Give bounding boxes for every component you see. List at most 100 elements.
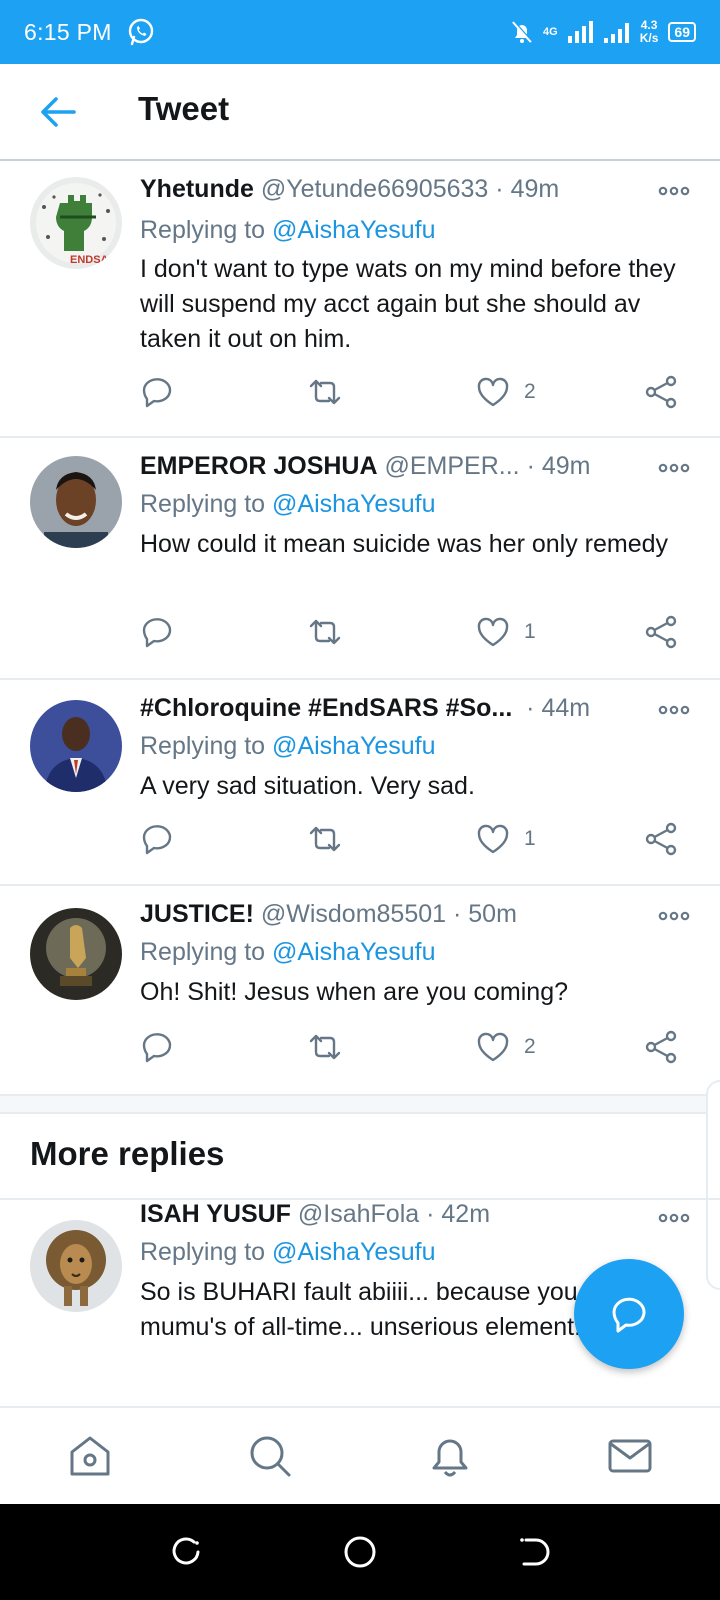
replying-to: Replying to @AishaYesufu (140, 216, 436, 244)
mention-link[interactable]: @AishaYesufu (272, 490, 435, 518)
reply-tweet[interactable]: JUSTICE! @Wisdom85501 · 50m Replying to … (0, 886, 720, 1094)
retweet-icon (309, 619, 341, 645)
user-handle[interactable]: @Yetunde66905633 (261, 175, 488, 203)
more-options-icon[interactable] (658, 185, 690, 197)
tweet-time: 44m (541, 694, 591, 722)
avatar[interactable]: ENDSARS (30, 177, 122, 269)
user-handle[interactable]: @EMPER... (385, 452, 520, 480)
more-options-icon[interactable] (658, 1212, 690, 1224)
endsars-fist-avatar: ENDSARS (30, 177, 122, 269)
retweet-button[interactable] (308, 1029, 342, 1065)
recent-apps-icon (172, 1537, 200, 1565)
man-in-suit-avatar (30, 700, 122, 792)
replying-to: Replying to @AishaYesufu (140, 938, 436, 966)
tweet-time: 50m (468, 900, 517, 928)
reply-icon (142, 378, 172, 408)
share-button[interactable] (644, 374, 678, 410)
user-handle[interactable]: @IsahFola (298, 1200, 419, 1228)
reply-button[interactable] (140, 1029, 174, 1065)
mention-link[interactable]: @AishaYesufu (272, 1238, 435, 1266)
system-navigation-bar (0, 1504, 720, 1600)
mention-link[interactable]: @AishaYesufu (272, 938, 435, 966)
share-icon (645, 822, 677, 856)
compose-reply-button[interactable] (574, 1259, 684, 1369)
back-arrow-icon[interactable] (38, 94, 78, 130)
like-count: 2 (524, 380, 536, 403)
home-circle-icon (344, 1536, 376, 1568)
nav-notifications[interactable] (426, 1432, 474, 1480)
back-system-icon (520, 1538, 550, 1566)
display-name[interactable]: ISAH YUSUF (140, 1200, 291, 1228)
reply-icon (142, 618, 172, 648)
reply-button[interactable] (140, 821, 174, 857)
tweet-actions: 2 (140, 374, 700, 410)
reply-tweet[interactable]: ENDSARS Yhetunde @Yetunde66905633 · 49m … (0, 161, 720, 438)
heart-icon (477, 824, 509, 854)
more-options-icon[interactable] (658, 704, 690, 716)
back-system-button[interactable] (516, 1534, 552, 1570)
avatar[interactable] (30, 456, 122, 548)
tweet-text: Oh! Shit! Jesus when are you coming? (140, 978, 569, 1006)
tweet-time: 42m (441, 1200, 491, 1228)
retweet-button[interactable] (308, 821, 342, 857)
heart-icon (477, 1032, 509, 1062)
nav-messages[interactable] (606, 1432, 654, 1480)
section-divider (0, 1094, 720, 1114)
recent-apps-button[interactable] (168, 1534, 204, 1570)
like-button[interactable]: 2 (476, 374, 536, 410)
like-button[interactable]: 2 (476, 1029, 536, 1065)
reply-tweet[interactable]: #Chloroquine #EndSARS #So... · 44m Reply… (0, 680, 720, 886)
avatar[interactable] (30, 908, 122, 1000)
status-icons: 4G 4.3 K/s 69 (511, 19, 696, 45)
tweet-header: ISAH YUSUF @IsahFola · 42m (140, 1200, 491, 1228)
mention-link[interactable]: @AishaYesufu (272, 216, 435, 244)
compose-reply-icon (612, 1297, 646, 1333)
heart-icon (477, 617, 509, 647)
share-button[interactable] (644, 1029, 678, 1065)
replying-to: Replying to @AishaYesufu (140, 1238, 436, 1266)
nav-search[interactable] (246, 1432, 294, 1480)
reply-button[interactable] (140, 614, 174, 650)
nav-home[interactable] (66, 1432, 114, 1480)
like-button[interactable]: 1 (476, 821, 536, 857)
tweet-header: #Chloroquine #EndSARS #So... · 44m (140, 694, 591, 722)
bottom-navigation (0, 1406, 720, 1504)
like-count: 1 (524, 827, 536, 850)
share-icon (645, 1030, 677, 1064)
display-name[interactable]: #Chloroquine #EndSARS #So... (140, 694, 512, 722)
mention-link[interactable]: @AishaYesufu (272, 732, 435, 760)
lion-avatar (30, 1220, 122, 1312)
like-button[interactable]: 1 (476, 614, 536, 650)
more-replies-heading: More replies (30, 1135, 225, 1172)
tweet-header: EMPEROR JOSHUA @EMPER... · 49m (140, 452, 591, 480)
avatar[interactable] (30, 1220, 122, 1312)
more-options-icon[interactable] (658, 462, 690, 474)
man-portrait-avatar (30, 456, 122, 548)
display-name[interactable]: JUSTICE! (140, 900, 254, 928)
avatar-logo-text: ENDSARS (70, 254, 122, 266)
battery-indicator: 69 (668, 22, 696, 42)
reply-tweet[interactable]: EMPEROR JOSHUA @EMPER... · 49m Replying … (0, 438, 720, 680)
status-bar: 6:15 PM 4G 4.3 K/s 69 (0, 0, 720, 64)
tweet-header: Yhetunde @Yetunde66905633 · 49m (140, 175, 560, 203)
more-options-icon[interactable] (658, 910, 690, 922)
retweet-button[interactable] (308, 614, 342, 650)
like-count: 1 (524, 620, 536, 643)
like-count: 2 (524, 1035, 536, 1058)
signal-icon (567, 21, 593, 43)
home-system-button[interactable] (342, 1534, 378, 1570)
network-speed: 4.3 K/s (639, 18, 659, 45)
avatar[interactable] (30, 700, 122, 792)
reply-button[interactable] (140, 374, 174, 410)
share-button[interactable] (644, 614, 678, 650)
replying-to: Replying to @AishaYesufu (140, 490, 436, 518)
tweet-time: 49m (541, 452, 591, 480)
retweet-button[interactable] (308, 374, 342, 410)
user-handle[interactable]: @Wisdom85501 (261, 900, 446, 928)
share-icon (645, 375, 677, 409)
justice-statue-avatar (30, 908, 122, 1000)
share-button[interactable] (644, 821, 678, 857)
tweet-header: JUSTICE! @Wisdom85501 · 50m (140, 900, 517, 928)
display-name[interactable]: EMPEROR JOSHUA (140, 452, 378, 480)
display-name[interactable]: Yhetunde (140, 175, 254, 203)
